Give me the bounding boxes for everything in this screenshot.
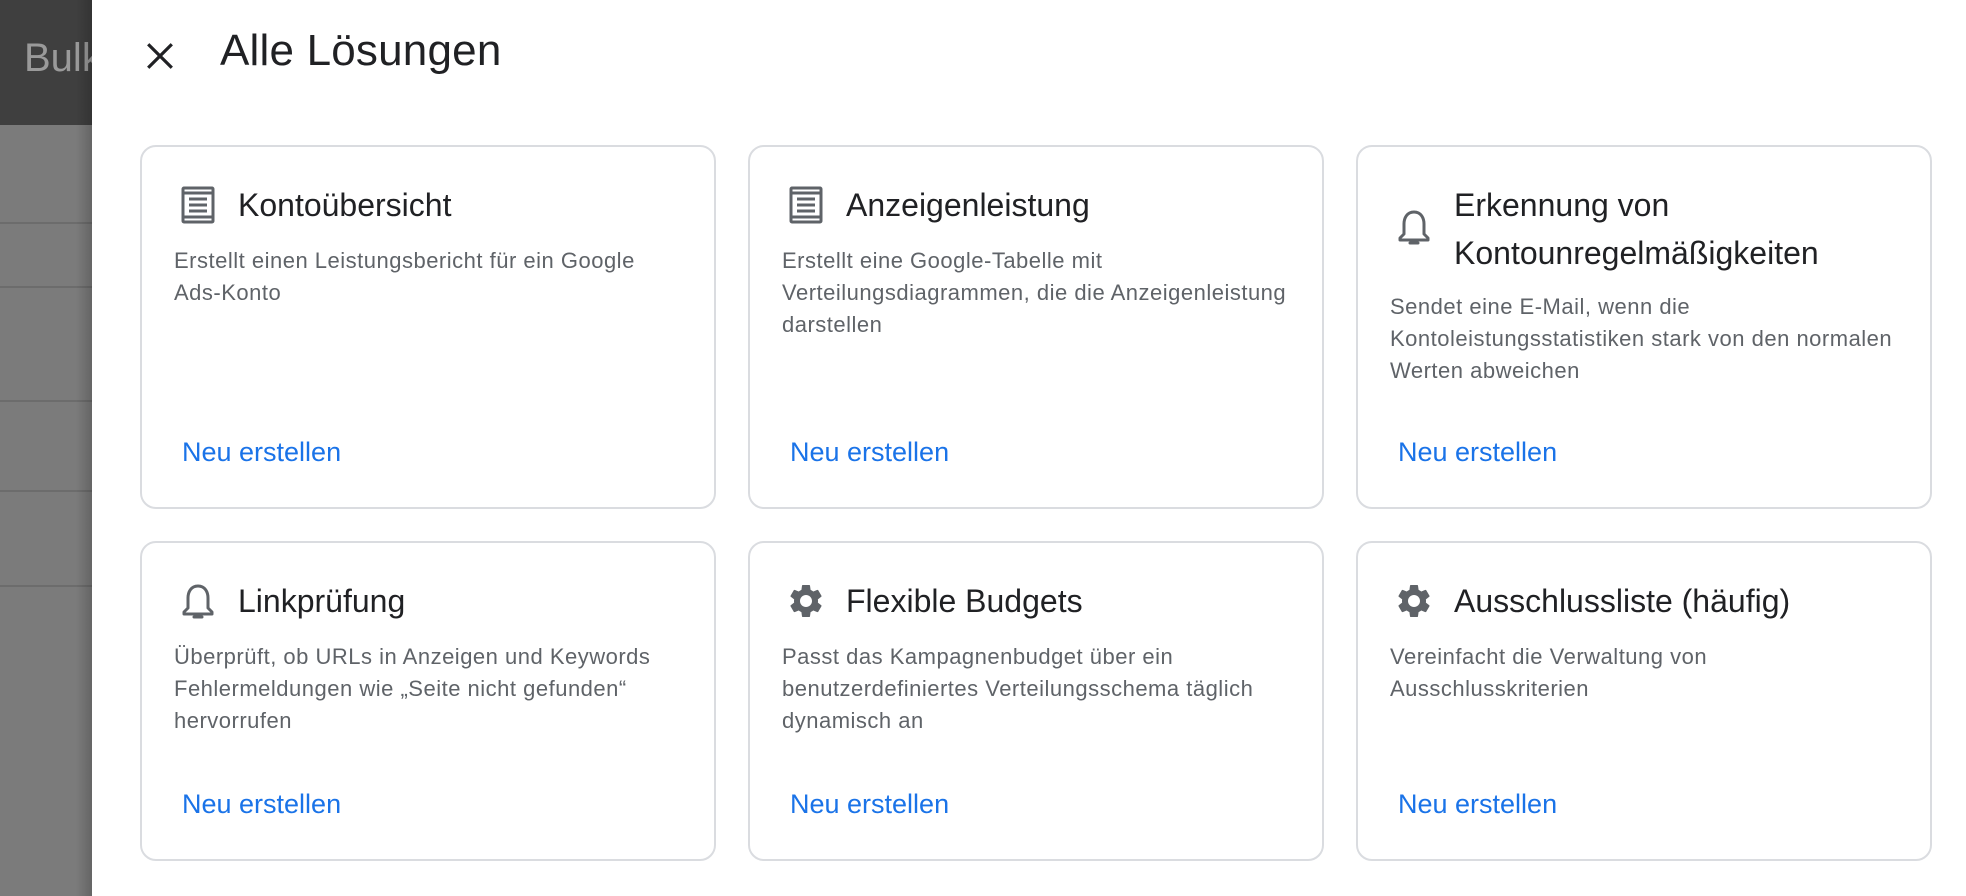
solution-card-flexible-budgets: Flexible Budgets Passt das Kampagnenbudg… xyxy=(748,541,1324,861)
solution-card-exclusion-list: Ausschlussliste (häufig) Vereinfacht die… xyxy=(1356,541,1932,861)
gear-icon xyxy=(1394,581,1434,621)
card-title: Ausschlussliste (häufig) xyxy=(1454,583,1791,619)
bell-icon xyxy=(1394,207,1434,247)
drawer-shadow xyxy=(76,0,92,896)
create-new-button[interactable]: Neu erstellen xyxy=(790,437,949,468)
document-icon xyxy=(178,185,218,225)
close-button[interactable] xyxy=(136,32,184,80)
card-title: Anzeigenleistung xyxy=(846,187,1090,223)
card-title: Erkennung von Kontounregelmäßigkeiten xyxy=(1454,187,1819,271)
card-description: Sendet eine E-Mail, wenn die Kontoleistu… xyxy=(1390,294,1893,383)
background-app: Bulk xyxy=(0,0,92,896)
close-icon xyxy=(147,43,173,69)
card-description: Überprüft, ob URLs in Anzeigen und Keywo… xyxy=(174,644,651,733)
card-description: Passt das Kampagnenbudget über ein benut… xyxy=(782,644,1254,733)
card-description: Erstellt einen Leistungsbericht für ein … xyxy=(174,248,635,305)
bell-icon xyxy=(178,581,218,621)
solution-card-anomaly-detection: Erkennung von Kontounregelmäßigkeiten Se… xyxy=(1356,145,1932,509)
page-title: Alle Lösungen xyxy=(220,26,502,75)
document-icon xyxy=(786,185,826,225)
solution-card-ad-performance: Anzeigenleistung Erstellt eine Google-Ta… xyxy=(748,145,1324,509)
create-new-button[interactable]: Neu erstellen xyxy=(182,789,341,820)
gear-icon xyxy=(786,581,826,621)
create-new-button[interactable]: Neu erstellen xyxy=(182,437,341,468)
card-description: Erstellt eine Google-Tabelle mit Verteil… xyxy=(782,248,1287,337)
solution-card-account-summary: Kontoübersicht Erstellt einen Leistungsb… xyxy=(140,145,716,509)
solutions-drawer: Alle Lösungen Kontoübersicht Erstellt ei… xyxy=(92,0,1966,896)
create-new-button[interactable]: Neu erstellen xyxy=(790,789,949,820)
card-title: Linkprüfung xyxy=(238,583,406,619)
create-new-button[interactable]: Neu erstellen xyxy=(1398,789,1557,820)
card-description: Vereinfacht die Verwaltung von Ausschlus… xyxy=(1390,644,1708,701)
create-new-button[interactable]: Neu erstellen xyxy=(1398,437,1557,468)
card-title: Flexible Budgets xyxy=(846,583,1083,619)
solution-card-link-checker: Linkprüfung Überprüft, ob URLs in Anzeig… xyxy=(140,541,716,861)
card-title: Kontoübersicht xyxy=(238,187,452,223)
